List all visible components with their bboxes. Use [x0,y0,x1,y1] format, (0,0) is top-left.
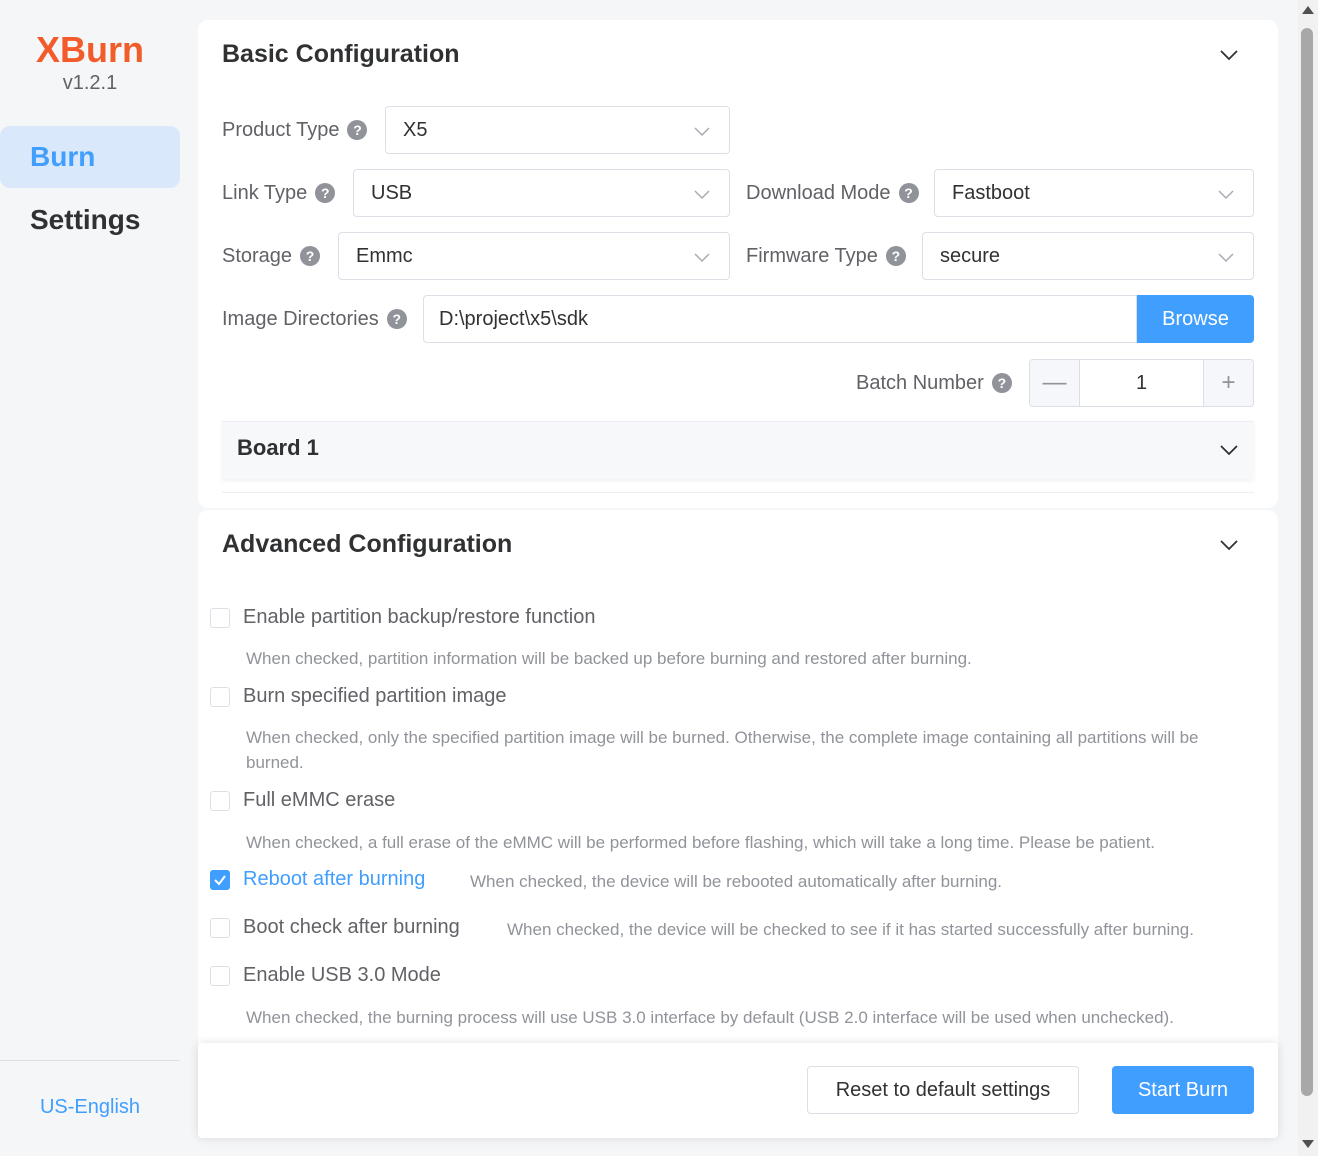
help-icon[interactable]: ? [300,246,321,266]
firmware-type-select[interactable]: secure [922,232,1254,280]
checkbox-label: Burn specified partition image [243,685,507,707]
storage-label-text: Storage [222,244,293,267]
chevron-down-icon [1220,445,1238,456]
image-directories-label-text: Image Directories [222,307,379,330]
chevron-down-icon [694,127,710,137]
start-burn-button[interactable]: Start Burn [1112,1066,1254,1114]
download-mode-label: Download Mode ? [746,169,919,217]
batch-number-stepper: — 1 + [1029,359,1254,407]
board-1-panel[interactable]: Board 1 [222,421,1254,479]
help-icon[interactable]: ? [991,373,1012,393]
checkbox-label: Reboot after burning [243,868,426,890]
chevron-down-icon [1218,253,1234,263]
option-hint: When checked, partition information will… [246,649,972,668]
product-type-label: Product Type ? [222,106,368,154]
advanced-configuration-card: Advanced Configuration Enable partition … [198,510,1278,1110]
browse-button[interactable]: Browse [1137,295,1254,343]
checkmark-icon [214,874,226,886]
link-type-value: USB [371,182,413,204]
sidebar: XBurn v1.2.1 Burn Settings US-English [0,0,190,1156]
checkbox-box[interactable] [210,790,230,811]
app-logo-text: XBurn [36,29,144,70]
boot-check-checkbox[interactable]: Boot check after burning [210,916,460,939]
scroll-down-arrow-icon[interactable] [1302,1140,1314,1148]
divider [222,492,1254,493]
help-icon[interactable]: ? [347,120,368,140]
reset-defaults-button[interactable]: Reset to default settings [807,1066,1079,1114]
checkbox-box[interactable] [210,917,230,938]
increment-button[interactable]: + [1203,360,1253,406]
firmware-type-label: Firmware Type ? [746,232,906,280]
download-mode-value: Fastboot [952,182,1030,204]
option-hint: When checked, the device will be checked… [507,920,1194,939]
option-hint: When checked, only the specified partiti… [246,728,1199,772]
storage-label: Storage ? [222,232,321,280]
help-icon[interactable]: ? [885,246,906,266]
scrollbar-thumb[interactable] [1301,28,1313,1096]
checkbox-box[interactable] [210,869,230,890]
link-type-select[interactable]: USB [353,169,730,217]
chevron-down-icon [1218,190,1234,200]
firmware-type-label-text: Firmware Type [746,244,878,267]
batch-number-value[interactable]: 1 [1080,360,1203,406]
reboot-after-burning-checkbox[interactable]: Reboot after burning [210,868,425,891]
app-version: v1.2.1 [62,72,118,94]
product-type-value: X5 [403,119,428,141]
chevron-down-icon [694,253,710,263]
full-emmc-erase-checkbox[interactable]: Full eMMC erase [210,789,395,812]
batch-number-label: Batch Number ? [856,359,1012,407]
help-icon[interactable]: ? [386,309,407,329]
checkbox-box[interactable] [210,607,230,628]
checkbox-label: Boot check after burning [243,916,460,938]
sidebar-item-burn[interactable]: Burn [0,126,180,188]
link-type-label: Link Type ? [222,169,336,217]
checkbox-label: Full eMMC erase [243,789,396,811]
checkbox-box[interactable] [210,965,230,986]
option-hint: When checked, the device will be reboote… [470,872,1003,891]
storage-value: Emmc [356,245,413,267]
batch-number-label-text: Batch Number [856,371,984,394]
basic-configuration-card: Basic Configuration Product Type ? X5 Li… [198,20,1278,508]
action-footer: Reset to default settings Start Burn [198,1043,1278,1138]
checkbox-box[interactable] [210,686,230,707]
board-1-title: Board 1 [237,435,319,460]
sidebar-divider [0,1060,180,1061]
sidebar-item-settings[interactable]: Settings [0,189,180,251]
product-type-label-text: Product Type [222,118,340,141]
help-icon[interactable]: ? [315,183,336,203]
chevron-down-icon [694,190,710,200]
download-mode-label-text: Download Mode [746,181,891,204]
partition-backup-checkbox[interactable]: Enable partition backup/restore function [210,606,595,629]
firmware-type-value: secure [940,245,1001,267]
decrement-button[interactable]: — [1030,360,1080,406]
collapse-chevron-icon[interactable] [1218,534,1240,556]
usb3-mode-checkbox[interactable]: Enable USB 3.0 Mode [210,964,441,987]
burn-specified-partition-checkbox[interactable]: Burn specified partition image [210,685,506,708]
image-directories-input[interactable]: D:\project\x5\sdk [423,295,1137,343]
checkbox-label: Enable partition backup/restore function [243,606,596,628]
help-icon[interactable]: ? [898,183,919,203]
download-mode-select[interactable]: Fastboot [934,169,1254,217]
basic-configuration-title: Basic Configuration [222,40,460,68]
image-directories-label: Image Directories ? [222,295,407,343]
language-switcher[interactable]: US-English [0,1096,180,1119]
option-hint: When checked, the burning process will u… [246,1008,1174,1027]
product-type-select[interactable]: X5 [385,106,730,154]
scroll-up-arrow-icon[interactable] [1302,6,1314,14]
link-type-label-text: Link Type [222,181,308,204]
option-hint: When checked, a full erase of the eMMC w… [246,833,1156,852]
storage-select[interactable]: Emmc [338,232,730,280]
advanced-configuration-title: Advanced Configuration [222,530,513,558]
collapse-chevron-icon[interactable] [1218,44,1240,66]
checkbox-label: Enable USB 3.0 Mode [243,964,441,986]
